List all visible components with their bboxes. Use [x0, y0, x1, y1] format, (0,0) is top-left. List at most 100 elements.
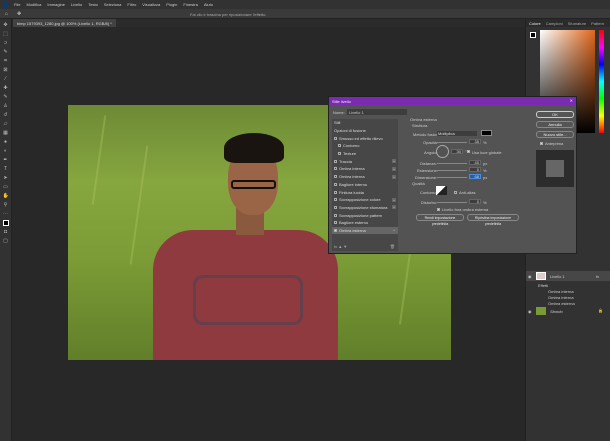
visibility-eye-icon[interactable]: ◉	[528, 274, 532, 279]
cancel-button[interactable]: Annulla	[536, 121, 574, 128]
new-style-button[interactable]: Nuovo stile...	[536, 131, 574, 138]
style-item[interactable]: Smusso ed effetto rilievo	[332, 134, 398, 142]
style-item[interactable]: Ombra interna +	[332, 173, 398, 181]
effect-row[interactable]: Ombra interna	[548, 295, 610, 300]
distance-slider[interactable]	[437, 163, 467, 164]
layer-row-livello-1[interactable]: ◉ Livello 1 fx	[526, 271, 610, 281]
style-item[interactable]: Finitura lucida	[332, 188, 398, 196]
menu-testo[interactable]: Testo	[88, 2, 98, 7]
menu-seleziona[interactable]: Seleziona	[104, 2, 122, 7]
add-icon[interactable]: +	[392, 228, 396, 233]
add-icon[interactable]: +	[392, 197, 396, 202]
hue-slider[interactable]	[599, 30, 604, 133]
tab-campioni[interactable]: Campioni	[546, 21, 563, 26]
history-brush-icon[interactable]: ↺	[3, 112, 9, 118]
screen-mode-icon[interactable]: ▢	[3, 238, 9, 244]
checkbox-checked[interactable]	[334, 228, 337, 232]
checkbox[interactable]	[338, 144, 341, 148]
menu-finestra[interactable]: Finestra	[183, 2, 197, 7]
tab-pattern[interactable]: Pattern	[591, 21, 604, 26]
move-tool-icon[interactable]: ✥	[17, 11, 21, 17]
zoom-tool-icon[interactable]: ⚲	[3, 202, 9, 208]
menu-plugin[interactable]: Plugin	[166, 2, 177, 7]
crop-tool-icon[interactable]: ⌗	[3, 58, 9, 64]
size-slider[interactable]	[437, 177, 467, 178]
effect-row[interactable]: Ombra interna	[548, 289, 610, 294]
add-icon[interactable]: +	[392, 205, 396, 210]
style-item[interactable]: Ombra interna +	[332, 165, 398, 173]
checkbox[interactable]	[334, 175, 337, 179]
eraser-tool-icon[interactable]: ▱	[3, 121, 9, 127]
tab-sfumature[interactable]: Sfumature	[568, 21, 586, 26]
color-swatches-icon[interactable]	[2, 220, 9, 226]
visibility-eye-icon[interactable]: ◉	[528, 309, 532, 314]
move-tool-icon[interactable]: ✥	[3, 22, 9, 28]
more-tools-icon[interactable]: ⋯	[3, 211, 9, 217]
reset-default-button[interactable]: Ripristina impostazione predefinita	[467, 214, 519, 226]
brush-tool-icon[interactable]: ✎	[3, 94, 9, 100]
marquee-tool-icon[interactable]: ⬚	[3, 31, 9, 37]
menu-modifica[interactable]: Modifica	[26, 2, 41, 7]
checkbox[interactable]	[338, 152, 341, 156]
style-item[interactable]: Bagliore esterno	[332, 219, 398, 227]
add-icon[interactable]: +	[392, 159, 396, 164]
tab-colore[interactable]: Colore	[529, 21, 541, 26]
dodge-tool-icon[interactable]: ◐	[3, 148, 9, 154]
make-default-button[interactable]: Rendi impostazione predefinita	[416, 214, 464, 226]
angle-dial[interactable]	[436, 145, 449, 158]
document-tab[interactable]: bimp 1579393_1280.jpg @ 100% (Livello 1,…	[13, 19, 116, 27]
quick-mask-icon[interactable]: ◘	[3, 229, 9, 235]
add-icon[interactable]: +	[392, 174, 396, 179]
style-item[interactable]: Bagliore interno	[332, 181, 398, 189]
noise-slider[interactable]	[437, 202, 467, 203]
menu-livello[interactable]: Livello	[71, 2, 82, 7]
style-item-selected[interactable]: Ombra esterna +	[332, 226, 398, 235]
size-input[interactable]: 68	[469, 174, 481, 179]
noise-input[interactable]: 0	[469, 199, 481, 204]
path-select-icon[interactable]: ➤	[3, 175, 9, 181]
name-input[interactable]: Livello 1	[347, 109, 407, 115]
quick-select-icon[interactable]: ✎	[3, 49, 9, 55]
distance-input[interactable]: 40	[469, 160, 481, 165]
gradient-tool-icon[interactable]: ▦	[3, 130, 9, 136]
stamp-tool-icon[interactable]: ♙	[3, 103, 9, 109]
eyedropper-icon[interactable]: ⁄	[3, 76, 9, 82]
layer-row-sfondo[interactable]: ◉ Sfondo 🔒	[526, 306, 610, 316]
close-icon[interactable]: ✕	[570, 98, 573, 103]
angle-input[interactable]: 30	[451, 149, 463, 154]
checkbox[interactable]	[334, 221, 337, 225]
pen-tool-icon[interactable]: ✒	[3, 157, 9, 163]
opacity-slider[interactable]	[437, 142, 467, 143]
layer-name[interactable]: Sfondo	[550, 309, 563, 314]
style-item[interactable]: Sovrapposizione sfumatura +	[332, 204, 398, 212]
style-item[interactable]: Opzioni di fusione	[332, 127, 398, 135]
global-light-checkbox[interactable]	[467, 150, 470, 153]
checkbox[interactable]	[334, 182, 337, 186]
menu-aiuto[interactable]: Aiuto	[204, 2, 213, 7]
ok-button[interactable]: OK	[536, 111, 574, 118]
spread-input[interactable]: 0	[469, 167, 481, 172]
checkbox[interactable]	[334, 190, 337, 194]
knockout-checkbox[interactable]	[437, 208, 440, 211]
menu-filtro[interactable]: Filtro	[127, 2, 136, 7]
checkbox[interactable]	[334, 136, 337, 140]
type-tool-icon[interactable]: T	[3, 166, 9, 172]
blur-tool-icon[interactable]: ●	[3, 139, 9, 145]
healing-brush-icon[interactable]: ✚	[3, 85, 9, 91]
shape-tool-icon[interactable]: ▭	[3, 184, 9, 190]
shadow-color-swatch[interactable]	[481, 130, 492, 136]
checkbox[interactable]	[334, 213, 337, 217]
contour-picker[interactable]	[436, 186, 447, 195]
checkbox[interactable]	[334, 205, 337, 209]
foreground-color-swatch[interactable]	[530, 32, 536, 38]
hand-tool-icon[interactable]: ✋	[3, 193, 9, 199]
frame-tool-icon[interactable]: ⊠	[3, 67, 9, 73]
checkbox[interactable]	[334, 159, 337, 163]
style-item[interactable]: Traccia +	[332, 157, 398, 165]
spread-slider[interactable]	[437, 170, 467, 171]
style-item[interactable]: Sovrapposizione colore +	[332, 196, 398, 204]
checkbox[interactable]	[334, 167, 337, 171]
fx-menu-icon[interactable]: fx ▲ ▼	[334, 244, 347, 249]
style-item[interactable]: Sovrapposizione pattern	[332, 211, 398, 219]
menu-visualizza[interactable]: Visualizza	[142, 2, 160, 7]
